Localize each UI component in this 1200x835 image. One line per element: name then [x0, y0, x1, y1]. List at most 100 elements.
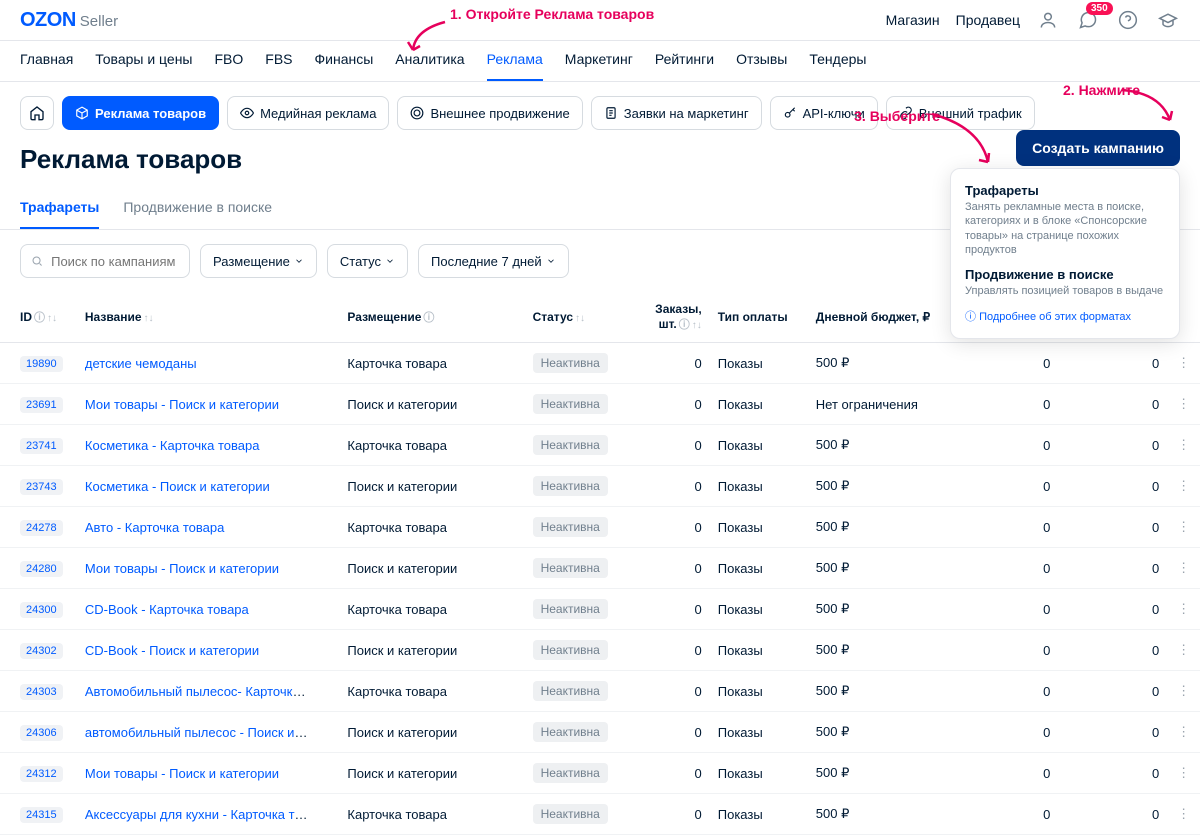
filter-статус[interactable]: Статус — [327, 244, 408, 278]
status-badge: Неактивна — [533, 681, 608, 701]
search-input-wrap[interactable] — [20, 244, 190, 278]
cell-pay: Показы — [710, 671, 808, 712]
popup-option-templates[interactable]: Трафареты Занять рекламные места в поиск… — [965, 183, 1165, 257]
table-row: 24303 Автомобильный пылесос- Карточка то… — [0, 671, 1200, 712]
cell-c1: 0 — [939, 671, 1059, 712]
cell-c1: 0 — [939, 712, 1059, 753]
campaign-name-link[interactable]: Косметика - Карточка товара — [85, 438, 260, 453]
col-id[interactable]: IDⓘ↑↓ — [0, 292, 77, 343]
chip-заявки-на-маркетинг[interactable]: Заявки на маркетинг — [591, 96, 762, 130]
campaign-name-link[interactable]: Аксессуары для кухни - Карточка товара — [85, 807, 310, 822]
row-menu-button[interactable]: ⋮ — [1167, 753, 1200, 794]
campaign-name-link[interactable]: детские чемоданы — [85, 356, 197, 371]
top-link-shop[interactable]: Магазин — [886, 12, 940, 28]
nav-финансы[interactable]: Финансы — [315, 51, 374, 81]
filter-последние-7-дней[interactable]: Последние 7 дней — [418, 244, 569, 278]
chip-медийная-реклама[interactable]: Медийная реклама — [227, 96, 389, 130]
col-budget: Дневной бюджет, ₽ — [808, 292, 939, 343]
nav-аналитика[interactable]: Аналитика — [395, 51, 464, 81]
col-status[interactable]: Статус↑↓ — [525, 292, 634, 343]
cell-pay: Показы — [710, 712, 808, 753]
row-menu-button[interactable]: ⋮ — [1167, 343, 1200, 384]
nav-реклама[interactable]: Реклама — [487, 51, 543, 81]
col-place: Размещениеⓘ — [339, 292, 524, 343]
col-orders[interactable]: Заказы, шт.ⓘ↑↓ — [634, 292, 710, 343]
campaign-id[interactable]: 23741 — [20, 438, 63, 454]
campaign-id[interactable]: 24280 — [20, 561, 63, 577]
col-name[interactable]: Название↑↓ — [77, 292, 340, 343]
search-input[interactable] — [51, 254, 179, 269]
campaign-name-link[interactable]: Мои товары - Поиск и категории — [85, 561, 279, 576]
row-menu-button[interactable]: ⋮ — [1167, 548, 1200, 589]
campaign-name-link[interactable]: Мои товары - Поиск и категории — [85, 397, 279, 412]
campaign-id[interactable]: 24278 — [20, 520, 63, 536]
campaign-id[interactable]: 24303 — [20, 684, 63, 700]
top-link-seller[interactable]: Продавец — [956, 12, 1020, 28]
popup-option-search-promo[interactable]: Продвижение в поиске Управлять позицией … — [965, 267, 1165, 298]
create-campaign-button[interactable]: Создать кампанию — [1016, 130, 1180, 166]
table-row: 24280 Мои товары - Поиск и категории Пои… — [0, 548, 1200, 589]
row-menu-button[interactable]: ⋮ — [1167, 507, 1200, 548]
campaign-id[interactable]: 24300 — [20, 602, 63, 618]
cell-place: Поиск и категории — [339, 753, 524, 794]
row-menu-button[interactable]: ⋮ — [1167, 589, 1200, 630]
nav-главная[interactable]: Главная — [20, 51, 73, 81]
campaign-name-link[interactable]: автомобильный пылесос - Поиск и категор.… — [85, 725, 310, 740]
nav-тендеры[interactable]: Тендеры — [809, 51, 866, 81]
chip-api-ключи[interactable]: API-ключи — [770, 96, 878, 130]
campaign-name-link[interactable]: Авто - Карточка товара — [85, 520, 224, 535]
nav-маркетинг[interactable]: Маркетинг — [565, 51, 633, 81]
cell-orders: 0 — [634, 630, 710, 671]
chat-icon[interactable]: 350 — [1076, 8, 1100, 32]
campaign-name-link[interactable]: Автомобильный пылесос- Карточка товара — [85, 684, 310, 699]
row-menu-button[interactable]: ⋮ — [1167, 712, 1200, 753]
tab-0[interactable]: Трафареты — [20, 189, 99, 229]
cell-c1: 0 — [939, 507, 1059, 548]
home-button[interactable] — [20, 96, 54, 130]
cell-budget: 500 ₽ — [808, 712, 939, 753]
row-menu-button[interactable]: ⋮ — [1167, 630, 1200, 671]
row-menu-button[interactable]: ⋮ — [1167, 671, 1200, 712]
cell-c1: 0 — [939, 548, 1059, 589]
chip-реклама-товаров[interactable]: Реклама товаров — [62, 96, 219, 130]
campaign-id[interactable]: 24315 — [20, 807, 63, 823]
cell-pay: Показы — [710, 507, 808, 548]
filter-размещение[interactable]: Размещение — [200, 244, 317, 278]
campaign-id[interactable]: 23743 — [20, 479, 63, 495]
campaign-name-link[interactable]: Косметика - Поиск и категории — [85, 479, 270, 494]
campaigns-table: IDⓘ↑↓ Название↑↓ Размещениеⓘ Статус↑↓ За… — [0, 292, 1200, 835]
link-icon — [899, 106, 913, 120]
cell-c1: 0 — [939, 343, 1059, 384]
graduate-icon[interactable] — [1156, 8, 1180, 32]
campaign-name-link[interactable]: Мои товары - Поиск и категории — [85, 766, 279, 781]
campaign-id[interactable]: 23691 — [20, 397, 63, 413]
col-pay: Тип оплаты — [710, 292, 808, 343]
campaign-id[interactable]: 24306 — [20, 725, 63, 741]
nav-fbo[interactable]: FBO — [215, 51, 244, 81]
campaign-id[interactable]: 24312 — [20, 766, 63, 782]
nav-рейтинги[interactable]: Рейтинги — [655, 51, 714, 81]
cell-c2: 0 — [1058, 425, 1167, 466]
popup-more-link[interactable]: Подробнее об этих форматах — [965, 311, 1131, 323]
campaign-name-link[interactable]: CD-Book - Карточка товара — [85, 602, 249, 617]
help-icon[interactable] — [1116, 8, 1140, 32]
user-icon[interactable] — [1036, 8, 1060, 32]
row-menu-button[interactable]: ⋮ — [1167, 794, 1200, 835]
cell-budget: 500 ₽ — [808, 466, 939, 507]
row-menu-button[interactable]: ⋮ — [1167, 466, 1200, 507]
campaign-id[interactable]: 19890 — [20, 356, 63, 372]
chip-внешнее-продвижение[interactable]: Внешнее продвижение — [397, 96, 582, 130]
nav-товары и цены[interactable]: Товары и цены — [95, 51, 192, 81]
nav-отзывы[interactable]: Отзывы — [736, 51, 787, 81]
cell-c2: 0 — [1058, 548, 1167, 589]
campaign-name-link[interactable]: CD-Book - Поиск и категории — [85, 643, 259, 658]
row-menu-button[interactable]: ⋮ — [1167, 425, 1200, 466]
tab-1[interactable]: Продвижение в поиске — [123, 189, 272, 229]
cell-place: Карточка товара — [339, 671, 524, 712]
cell-orders: 0 — [634, 548, 710, 589]
nav-fbs[interactable]: FBS — [265, 51, 292, 81]
chip-внешний-трафик[interactable]: Внешний трафик — [886, 96, 1035, 130]
table-row: 24306 автомобильный пылесос - Поиск и ка… — [0, 712, 1200, 753]
doc-icon — [604, 106, 618, 120]
row-menu-button[interactable]: ⋮ — [1167, 384, 1200, 425]
